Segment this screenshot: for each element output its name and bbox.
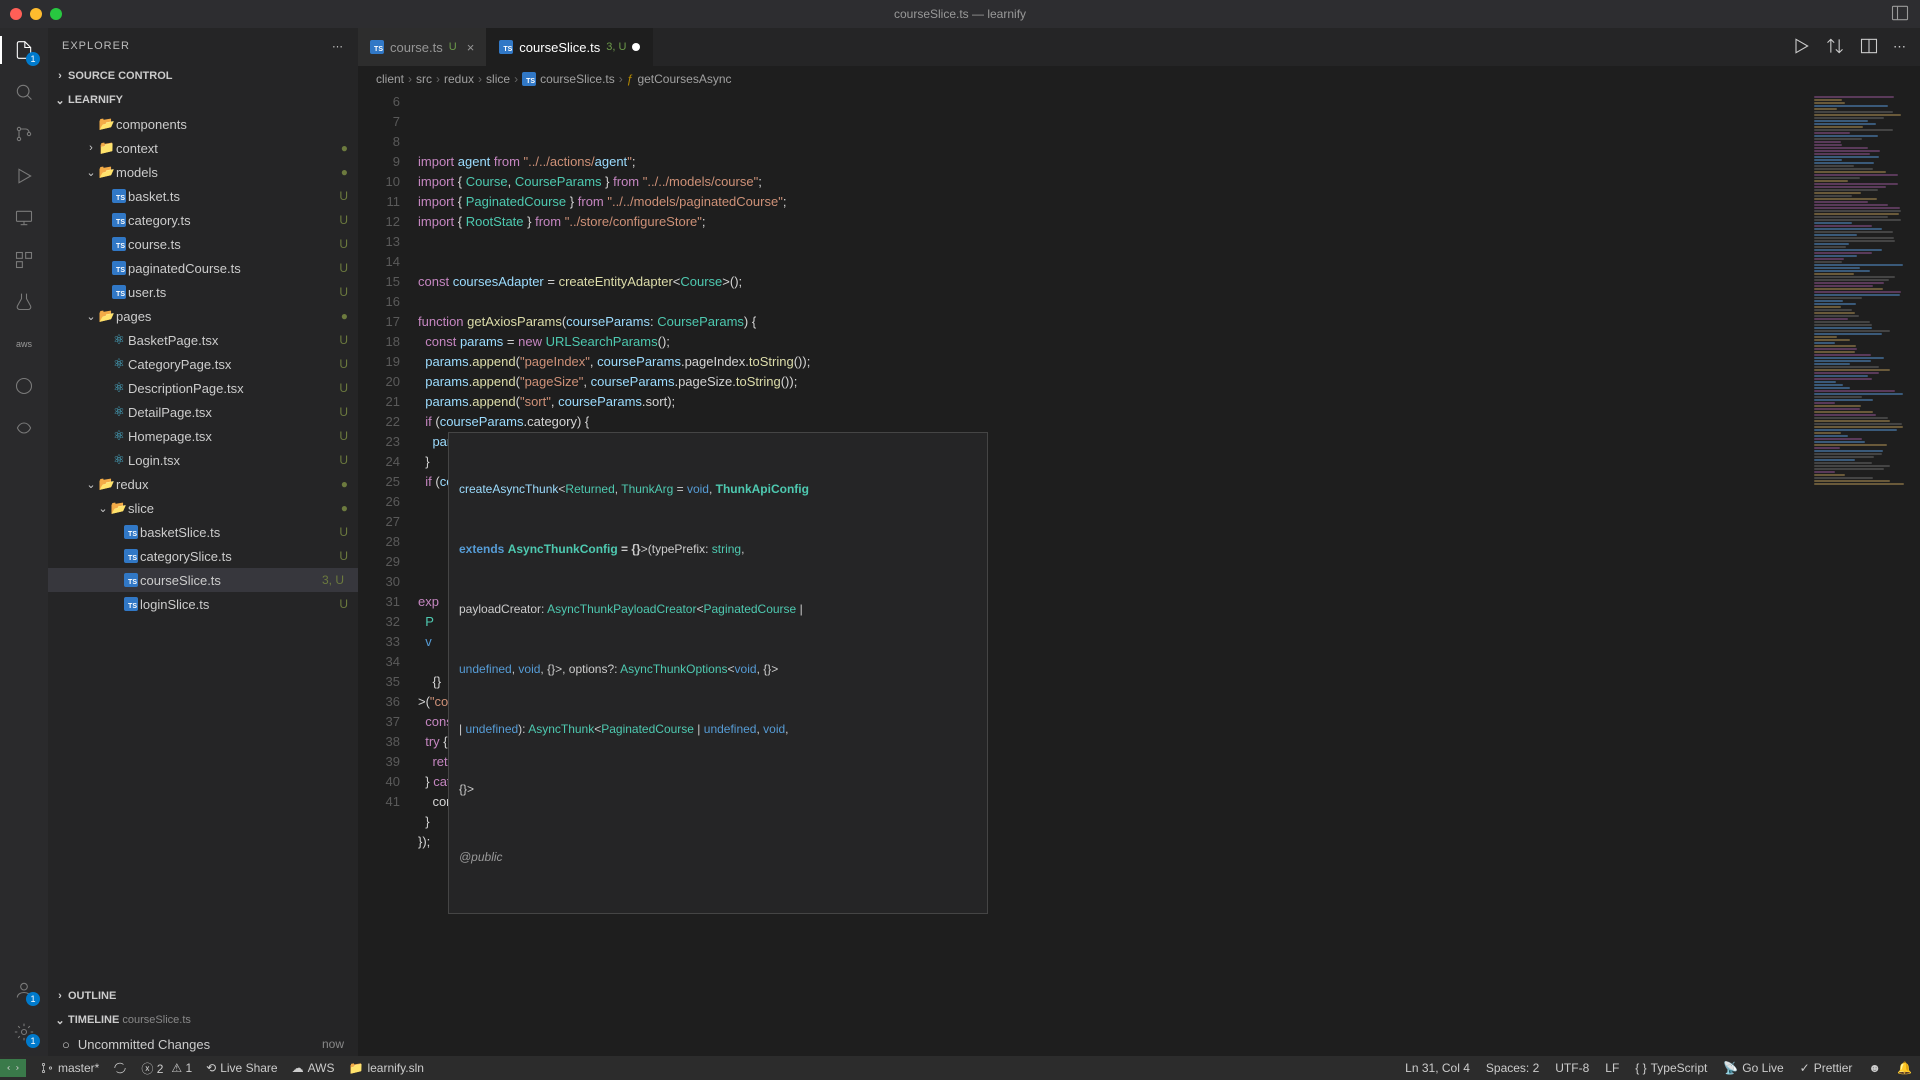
workspace-section[interactable]: ⌄LEARNIFY <box>48 88 358 112</box>
timeline-section[interactable]: ⌄TIMELINE courseSlice.ts <box>48 1008 358 1032</box>
problems-indicator[interactable]: ⓧ 2 ⚠ 1 <box>141 1060 192 1077</box>
file-item[interactable]: TScategorySlice.tsU <box>48 544 358 568</box>
explorer-more-icon[interactable]: ⋯ <box>332 40 344 53</box>
source-control-section[interactable]: ›SOURCE CONTROL <box>48 64 358 88</box>
breadcrumb[interactable]: client›src›redux›slice›TScourseSlice.ts›… <box>358 66 1920 92</box>
folder-item[interactable]: 📂components <box>48 112 358 136</box>
run-debug-tab[interactable] <box>10 162 38 190</box>
aws-tab[interactable]: aws <box>10 330 38 358</box>
split-icon[interactable] <box>1859 36 1879 59</box>
file-item[interactable]: ⚛Homepage.tsxU <box>48 424 358 448</box>
remote-indicator[interactable] <box>0 1059 26 1077</box>
share-tab[interactable] <box>10 414 38 442</box>
branch-indicator[interactable]: master* <box>40 1061 99 1075</box>
extensions-tab[interactable] <box>10 246 38 274</box>
tab-actions: ⋯ <box>1791 28 1920 66</box>
feedback-icon[interactable]: ☻ <box>1868 1061 1881 1075</box>
editor-tab[interactable]: TScourseSlice.ts3, U <box>487 28 653 66</box>
titlebar: courseSlice.ts — learnify <box>0 0 1920 28</box>
file-item[interactable]: ⚛CategoryPage.tsxU <box>48 352 358 376</box>
sync-indicator[interactable] <box>113 1061 127 1075</box>
file-item[interactable]: TSuser.tsU <box>48 280 358 304</box>
editor-area: TScourse.tsU×TScourseSlice.ts3, U ⋯ clie… <box>358 28 1920 1056</box>
run-icon[interactable] <box>1791 36 1811 59</box>
activity-bar: 1 aws 1 1 <box>0 28 48 1056</box>
editor-tab[interactable]: TScourse.tsU× <box>358 28 487 66</box>
search-tab[interactable] <box>10 78 38 106</box>
close-window-button[interactable] <box>10 8 22 20</box>
status-bar: master* ⓧ 2 ⚠ 1 ⟲ Live Share ☁ AWS 📁 lea… <box>0 1056 1920 1080</box>
more-tabs-icon[interactable]: ⋯ <box>1893 39 1906 55</box>
file-item[interactable]: ⚛DetailPage.tsxU <box>48 400 358 424</box>
explorer-badge: 1 <box>26 52 40 66</box>
cursor-position[interactable]: Ln 31, Col 4 <box>1405 1061 1470 1075</box>
file-item[interactable]: TSbasket.tsU <box>48 184 358 208</box>
folder-item[interactable]: ⌄📂pages● <box>48 304 358 328</box>
file-item[interactable]: TScourse.tsU <box>48 232 358 256</box>
window-title: courseSlice.ts — learnify <box>894 7 1026 21</box>
language-indicator[interactable]: { } TypeScript <box>1635 1061 1707 1075</box>
test-tab[interactable] <box>10 288 38 316</box>
folder-item[interactable]: ⌄📂slice● <box>48 496 358 520</box>
minimap[interactable] <box>1810 92 1920 1056</box>
file-item[interactable]: TScourseSlice.ts3, U <box>48 568 358 592</box>
go-live-indicator[interactable]: 📡 Go Live <box>1723 1061 1783 1075</box>
remote-tab[interactable] <box>10 204 38 232</box>
tab-bar: TScourse.tsU×TScourseSlice.ts3, U ⋯ <box>358 28 1920 66</box>
spaces-indicator[interactable]: Spaces: 2 <box>1486 1061 1539 1075</box>
layout-toggle-icon[interactable] <box>1890 3 1910 26</box>
file-item[interactable]: TSloginSlice.tsU <box>48 592 358 616</box>
traffic-lights <box>10 8 62 20</box>
prettier-indicator[interactable]: ✓ Prettier <box>1800 1061 1853 1075</box>
account-tab[interactable]: 1 <box>10 976 38 1004</box>
solution-indicator[interactable]: 📁 learnify.sln <box>348 1061 423 1075</box>
maximize-window-button[interactable] <box>50 8 62 20</box>
file-item[interactable]: TScategory.tsU <box>48 208 358 232</box>
eol-indicator[interactable]: LF <box>1605 1061 1619 1075</box>
line-numbers: 6789101112131415161718192021222324252627… <box>358 92 418 1056</box>
settings-tab[interactable]: 1 <box>10 1018 38 1046</box>
source-control-tab[interactable] <box>10 120 38 148</box>
explorer-title: EXPLORER <box>62 40 130 52</box>
file-item[interactable]: TSbasketSlice.tsU <box>48 520 358 544</box>
file-item[interactable]: ⚛BasketPage.tsxU <box>48 328 358 352</box>
live-share-indicator[interactable]: ⟲ Live Share <box>206 1061 277 1075</box>
file-item[interactable]: TSpaginatedCourse.tsU <box>48 256 358 280</box>
folder-item[interactable]: ›📁context● <box>48 136 358 160</box>
file-tree: 📂components›📁context●⌄📂models●TSbasket.t… <box>48 112 358 984</box>
minimize-window-button[interactable] <box>30 8 42 20</box>
explorer-tab[interactable]: 1 <box>10 36 38 64</box>
file-item[interactable]: ⚛DescriptionPage.tsxU <box>48 376 358 400</box>
folder-item[interactable]: ⌄📂models● <box>48 160 358 184</box>
encoding-indicator[interactable]: UTF-8 <box>1555 1061 1589 1075</box>
explorer-sidebar: EXPLORER ⋯ ›SOURCE CONTROL ⌄LEARNIFY 📂co… <box>48 28 358 1056</box>
timeline-item[interactable]: ○ Uncommitted Changes now <box>48 1032 358 1056</box>
aws-indicator[interactable]: ☁ AWS <box>292 1061 335 1075</box>
compare-icon[interactable] <box>1825 36 1845 59</box>
outline-section[interactable]: ›OUTLINE <box>48 984 358 1008</box>
code-editor[interactable]: createAsyncThunk<Returned, ThunkArg = vo… <box>418 92 1810 1056</box>
github-tab[interactable] <box>10 372 38 400</box>
notifications-icon[interactable]: 🔔 <box>1897 1061 1912 1075</box>
signature-tooltip: createAsyncThunk<Returned, ThunkArg = vo… <box>448 432 988 914</box>
file-item[interactable]: ⚛Login.tsxU <box>48 448 358 472</box>
folder-item[interactable]: ⌄📂redux● <box>48 472 358 496</box>
